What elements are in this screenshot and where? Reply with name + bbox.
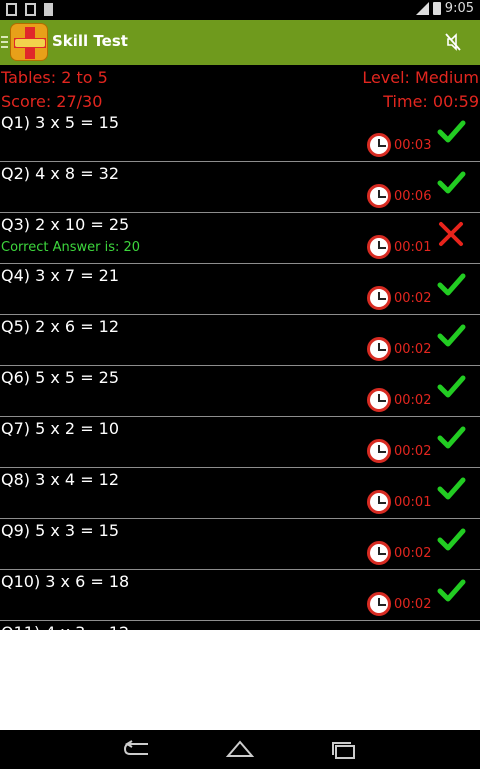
question-row[interactable]: Q7) 5 x 2 = 10 00:02 bbox=[0, 417, 480, 468]
clock-icon bbox=[367, 541, 391, 565]
question-text: Q8) 3 x 4 = 12 bbox=[1, 470, 120, 489]
question-text: Q2) 4 x 8 = 32 bbox=[1, 164, 120, 183]
question-time: 00:02 bbox=[394, 597, 432, 612]
recent-apps-icon[interactable] bbox=[325, 738, 361, 760]
clock-icon bbox=[367, 490, 391, 514]
clock-icon bbox=[367, 337, 391, 361]
question-row[interactable]: Q10) 3 x 6 = 18 00:02 bbox=[0, 570, 480, 621]
clock-icon bbox=[367, 439, 391, 463]
question-text: Q3) 2 x 10 = 25 bbox=[1, 215, 130, 234]
question-time: 00:01 bbox=[394, 240, 432, 255]
question-time: 00:02 bbox=[394, 291, 432, 306]
question-time: 00:06 bbox=[394, 189, 432, 204]
question-time: 00:03 bbox=[394, 138, 432, 153]
app-title: Skill Test bbox=[52, 32, 128, 50]
back-icon[interactable] bbox=[120, 738, 156, 760]
question-text: Q5) 2 x 6 = 12 bbox=[1, 317, 120, 336]
question-row[interactable]: Q4) 3 x 7 = 21 00:02 bbox=[0, 264, 480, 315]
blank-area bbox=[0, 630, 480, 730]
difficulty-level: Level: Medium bbox=[362, 68, 479, 87]
question-time: 00:02 bbox=[394, 342, 432, 357]
signal-icon bbox=[415, 2, 429, 15]
checkmark-icon bbox=[437, 120, 466, 143]
notification-icons bbox=[6, 3, 53, 16]
clock-icon bbox=[367, 592, 391, 616]
status-time: 9:05 bbox=[444, 1, 474, 16]
question-text: Q7) 5 x 2 = 10 bbox=[1, 419, 120, 438]
question-row[interactable]: Q6) 5 x 5 = 25 00:02 bbox=[0, 366, 480, 417]
question-row[interactable]: Q2) 4 x 8 = 32 00:06 bbox=[0, 162, 480, 213]
score-summary: Tables: 2 to 5 Level: Medium Score: 27/3… bbox=[0, 67, 480, 113]
checkmark-icon bbox=[437, 324, 466, 347]
app-logo[interactable] bbox=[10, 23, 48, 61]
question-time: 00:02 bbox=[394, 393, 432, 408]
question-time: 00:01 bbox=[394, 495, 432, 510]
clock-icon bbox=[367, 184, 391, 208]
clock-icon bbox=[367, 133, 391, 157]
home-icon[interactable] bbox=[222, 738, 258, 760]
checkmark-icon bbox=[437, 375, 466, 398]
gallery-notification-icon bbox=[6, 3, 17, 16]
question-list[interactable]: Q1) 3 x 5 = 15 00:03 Q2) 4 x 8 = 32 00:06 Q3… bbox=[0, 111, 480, 630]
navigation-bar bbox=[0, 730, 480, 769]
question-row[interactable]: Q11) 4 x 3 = 12 bbox=[0, 621, 480, 630]
question-row[interactable]: Q8) 3 x 4 = 12 00:01 bbox=[0, 468, 480, 519]
tables-range: Tables: 2 to 5 bbox=[1, 68, 108, 87]
score: Score: 27/30 bbox=[1, 92, 103, 111]
question-time: 00:02 bbox=[394, 444, 432, 459]
system-status: 9:05 bbox=[415, 1, 474, 16]
question-row[interactable]: Q3) 2 x 10 = 25 Correct Answer is: 20 00:0… bbox=[0, 213, 480, 264]
question-row[interactable]: Q1) 3 x 5 = 15 00:03 bbox=[0, 111, 480, 162]
mute-icon[interactable] bbox=[444, 32, 462, 52]
navigation-drawer-icon[interactable] bbox=[1, 36, 8, 48]
checkmark-icon bbox=[437, 579, 466, 602]
checkmark-icon bbox=[437, 477, 466, 500]
checkmark-icon bbox=[437, 273, 466, 296]
download-notification-icon bbox=[25, 3, 36, 16]
question-text: Q1) 3 x 5 = 15 bbox=[1, 113, 120, 132]
total-time: Time: 00:59 bbox=[383, 92, 479, 111]
action-bar: Skill Test bbox=[0, 20, 480, 65]
question-row[interactable]: Q9) 5 x 3 = 15 00:02 bbox=[0, 519, 480, 570]
clock-icon bbox=[367, 388, 391, 412]
checkmark-icon bbox=[437, 171, 466, 194]
clock-icon bbox=[367, 286, 391, 310]
question-text: Q10) 3 x 6 = 18 bbox=[1, 572, 130, 591]
question-text: Q4) 3 x 7 = 21 bbox=[1, 266, 120, 285]
question-text: Q11) 4 x 3 = 12 bbox=[1, 623, 129, 630]
sd-card-notification-icon bbox=[44, 3, 53, 16]
checkmark-icon bbox=[437, 426, 466, 449]
battery-icon bbox=[432, 2, 441, 15]
question-text: Q6) 5 x 5 = 25 bbox=[1, 368, 120, 387]
question-time: 00:02 bbox=[394, 546, 432, 561]
question-row[interactable]: Q5) 2 x 6 = 12 00:02 bbox=[0, 315, 480, 366]
clock-icon bbox=[367, 235, 391, 259]
checkmark-icon bbox=[437, 528, 466, 551]
question-text: Q9) 5 x 3 = 15 bbox=[1, 521, 120, 540]
cross-icon bbox=[439, 222, 463, 246]
correct-answer-note: Correct Answer is: 20 bbox=[1, 240, 141, 255]
status-bar: 9:05 bbox=[0, 0, 480, 20]
